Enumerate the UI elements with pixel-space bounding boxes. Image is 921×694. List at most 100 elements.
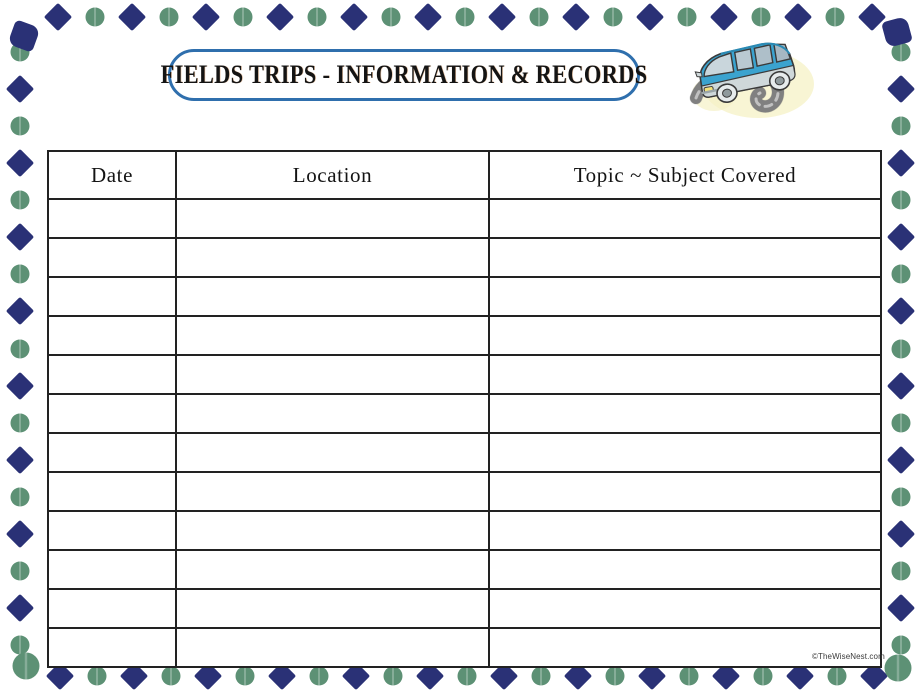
cell-location[interactable] — [175, 315, 490, 356]
cell-date[interactable] — [47, 393, 177, 434]
cell-location[interactable] — [175, 588, 490, 629]
border-circle-top-11 — [455, 7, 475, 27]
border-diamond-left-5 — [5, 223, 35, 252]
border-circle-right-12 — [891, 487, 911, 507]
cell-date[interactable] — [47, 198, 177, 239]
border-circle-bottom-5 — [235, 666, 255, 686]
cell-topic[interactable] — [488, 627, 882, 668]
border-circle-right-8 — [891, 339, 911, 358]
border-diamond-top-4 — [191, 2, 221, 32]
border-circle-left-14 — [10, 561, 30, 581]
border-circle-right-16 — [891, 635, 911, 655]
border-circle-left-16 — [10, 635, 30, 655]
cell-location[interactable] — [175, 549, 490, 590]
border-corner-top-left — [7, 19, 41, 53]
border-circle-top-15 — [603, 7, 623, 27]
cell-location[interactable] — [175, 510, 490, 551]
cell-topic[interactable] — [488, 237, 882, 278]
border-circle-top-19 — [751, 7, 771, 27]
border-corner-bottom-right — [884, 654, 912, 682]
cell-date[interactable] — [47, 237, 177, 278]
cell-topic[interactable] — [488, 315, 882, 356]
border-circle-left-10 — [10, 413, 30, 433]
border-circle-left-12 — [10, 487, 30, 507]
cell-date[interactable] — [47, 510, 177, 551]
cell-location[interactable] — [175, 393, 490, 434]
border-diamond-top-22 — [857, 2, 887, 32]
table-row — [47, 549, 882, 590]
cell-date[interactable] — [47, 549, 177, 590]
border-diamond-right-3 — [886, 149, 916, 178]
border-circle-right-6 — [891, 264, 911, 284]
border-diamond-top-0 — [43, 2, 73, 32]
cell-topic[interactable] — [488, 432, 882, 473]
border-diamond-right-15 — [886, 593, 916, 623]
cell-date[interactable] — [47, 432, 177, 473]
border-circle-left-2 — [10, 116, 30, 136]
blue-van-on-road-icon — [686, 36, 838, 128]
border-circle-top-1 — [85, 7, 105, 27]
cell-topic[interactable] — [488, 510, 882, 551]
border-diamond-top-8 — [339, 2, 369, 32]
table-row — [47, 627, 882, 668]
cell-topic[interactable] — [488, 549, 882, 590]
border-diamond-left-3 — [5, 149, 35, 178]
border-circle-left-4 — [10, 190, 30, 210]
cell-date[interactable] — [47, 588, 177, 629]
column-header-date: Date — [47, 150, 177, 200]
cell-topic[interactable] — [488, 276, 882, 317]
cell-topic[interactable] — [488, 471, 882, 512]
cell-topic[interactable] — [488, 393, 882, 434]
border-circle-bottom-15 — [605, 666, 625, 686]
cell-location[interactable] — [175, 198, 490, 239]
border-circle-bottom-1 — [87, 666, 107, 686]
border-diamond-right-9 — [886, 371, 916, 400]
table-row — [47, 471, 882, 512]
cell-date[interactable] — [47, 354, 177, 395]
border-diamond-top-10 — [413, 2, 443, 32]
column-header-topic: Topic ~ Subject Covered — [488, 150, 882, 200]
border-circle-top-17 — [677, 7, 697, 27]
border-circle-left-8 — [10, 339, 30, 358]
border-circle-bottom-9 — [383, 666, 403, 686]
cell-location[interactable] — [175, 276, 490, 317]
cell-date[interactable] — [47, 471, 177, 512]
table-row — [47, 588, 882, 629]
border-diamond-top-12 — [487, 2, 517, 32]
border-circle-top-9 — [381, 7, 401, 27]
border-diamond-top-6 — [265, 2, 295, 32]
border-diamond-right-7 — [886, 297, 916, 326]
cell-location[interactable] — [175, 471, 490, 512]
cell-topic[interactable] — [488, 354, 882, 395]
border-circle-bottom-17 — [679, 666, 699, 686]
border-circle-bottom-13 — [531, 666, 551, 686]
border-diamond-top-14 — [561, 2, 591, 32]
border-diamond-left-9 — [5, 371, 35, 400]
border-circle-right-0 — [891, 42, 911, 62]
table-row — [47, 354, 882, 395]
cell-location[interactable] — [175, 354, 490, 395]
cell-location[interactable] — [175, 432, 490, 473]
cell-date[interactable] — [47, 315, 177, 356]
border-circle-bottom-3 — [161, 666, 181, 686]
cell-date[interactable] — [47, 627, 177, 668]
cell-topic[interactable] — [488, 588, 882, 629]
table-row — [47, 393, 882, 434]
border-diamond-right-11 — [886, 445, 916, 474]
border-diamond-left-13 — [5, 519, 35, 548]
cell-location[interactable] — [175, 627, 490, 668]
cell-topic[interactable] — [488, 198, 882, 239]
border-circle-bottom-7 — [309, 666, 329, 686]
page-title: FIELDS TRIPS - INFORMATION & RECORDS — [160, 60, 648, 89]
border-circle-top-21 — [825, 7, 845, 27]
border-diamond-left-7 — [5, 297, 35, 326]
border-circle-bottom-11 — [457, 666, 477, 686]
cell-date[interactable] — [47, 276, 177, 317]
cell-location[interactable] — [175, 237, 490, 278]
border-circle-right-14 — [891, 561, 911, 581]
border-circle-right-2 — [891, 116, 911, 136]
border-diamond-right-1 — [886, 74, 916, 104]
column-header-location: Location — [175, 150, 490, 200]
border-diamond-left-15 — [5, 593, 35, 623]
border-diamond-top-2 — [117, 2, 147, 32]
